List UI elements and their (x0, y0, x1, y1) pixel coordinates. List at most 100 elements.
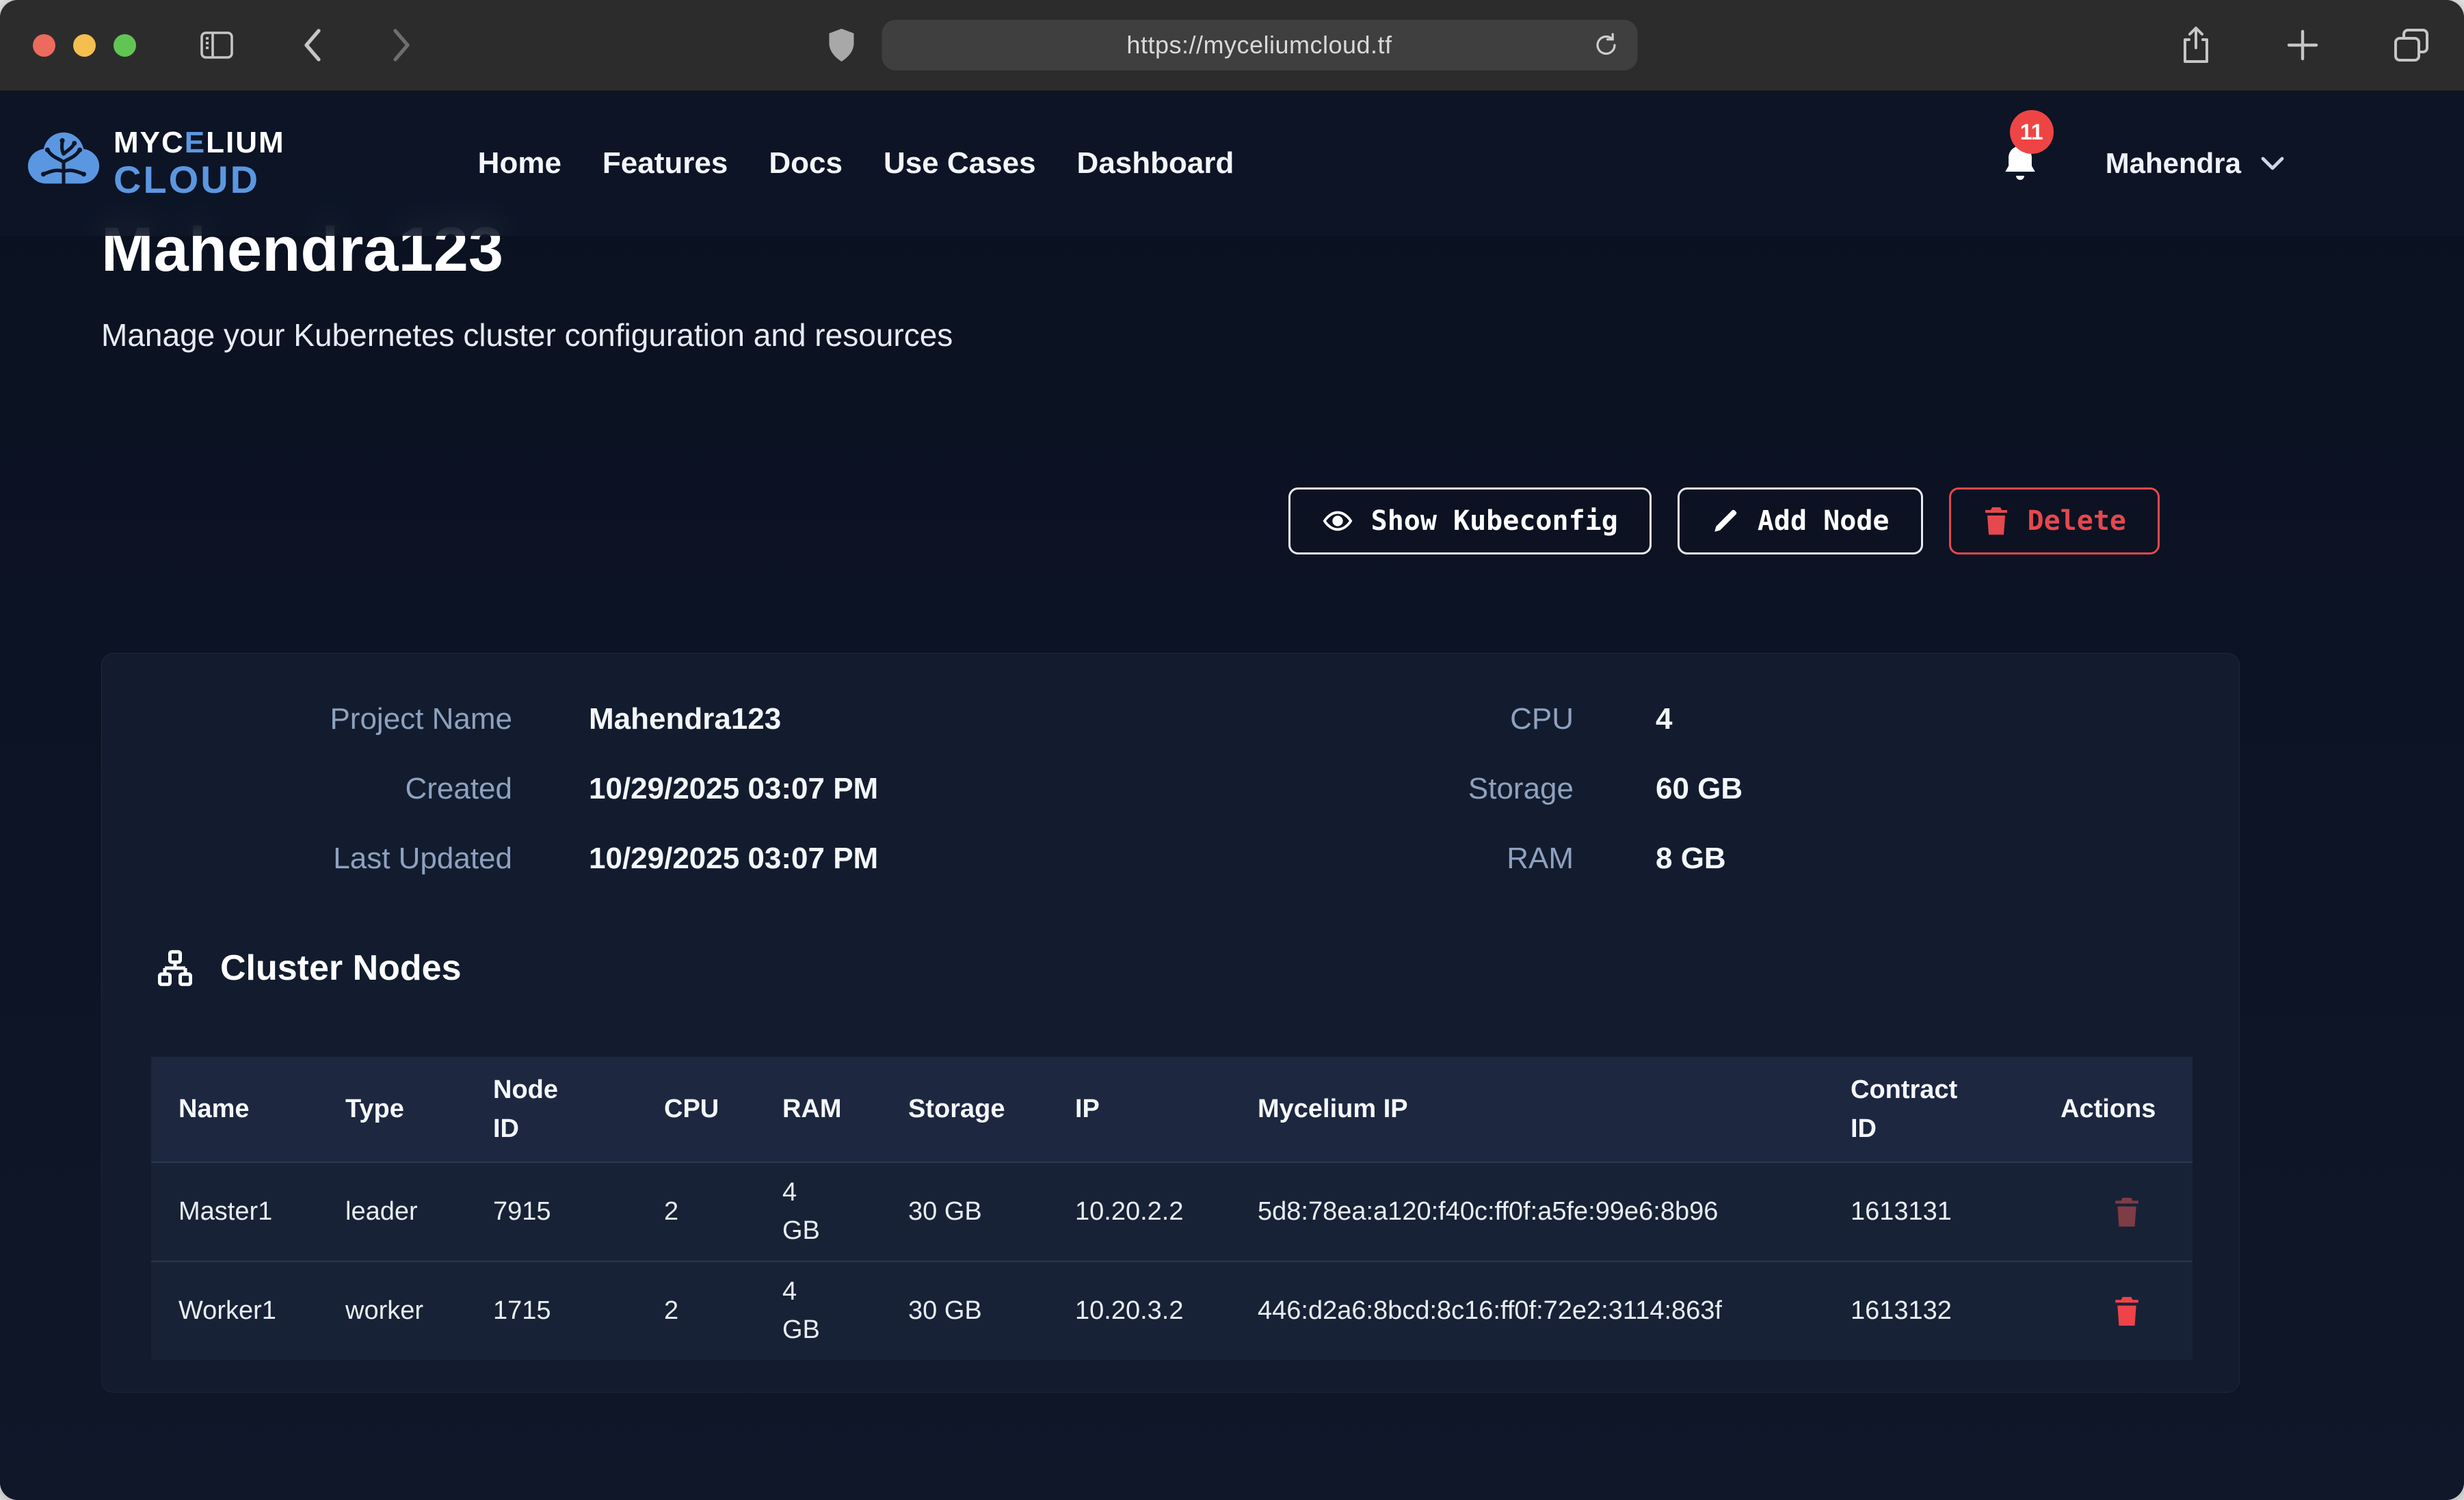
cell-ram: 4 GB (782, 1273, 826, 1348)
col-header-name: Name (178, 1090, 345, 1129)
close-window-button[interactable] (33, 34, 55, 57)
table-row: Master1 leader 7915 2 4 GB 30 GB 10.20.2… (151, 1162, 2193, 1261)
col-header-cpu: CPU (664, 1090, 782, 1129)
cell-mycelium-ip: 5d8:78ea:a120:f40c:ff0f:a5fe:99e6:8b96 (1258, 1193, 1718, 1231)
delete-node-button[interactable] (2112, 1294, 2141, 1328)
eye-icon (1322, 505, 1353, 537)
col-header-type: Type (345, 1090, 493, 1129)
cell-contract-id: 1613131 (1851, 1193, 2061, 1231)
info-value: 60 GB (1574, 764, 2239, 814)
cell-type: leader (345, 1193, 493, 1231)
info-value: 8 GB (1574, 834, 2239, 883)
col-header-actions: Actions (2061, 1090, 2193, 1129)
cell-ip: 10.20.3.2 (1075, 1292, 1258, 1330)
nav-docs[interactable]: Docs (769, 146, 843, 180)
show-kubeconfig-label: Show Kubeconfig (1371, 505, 1618, 537)
col-header-ram: RAM (782, 1090, 908, 1129)
info-value: 10/29/2025 03:07 PM (512, 834, 1204, 883)
col-header-contract-id: Contract ID (1851, 1071, 1970, 1149)
cell-node-id: 1715 (493, 1292, 664, 1330)
user-menu[interactable]: Mahendra (2106, 147, 2286, 180)
cell-ram: 4 GB (782, 1174, 826, 1249)
project-card: Project Name Mahendra123 CPU 4 Created 1… (101, 653, 2240, 1393)
add-node-button[interactable]: Add Node (1678, 487, 1923, 554)
delete-node-button[interactable] (2112, 1195, 2141, 1229)
col-header-storage: Storage (908, 1090, 1075, 1129)
col-header-ip: IP (1075, 1090, 1258, 1129)
cell-ip: 10.20.2.2 (1075, 1193, 1258, 1231)
site-header: MYCELIUM CLOUD Home Features Docs Use Ca… (0, 91, 2464, 236)
chevron-down-icon (2259, 155, 2286, 172)
url-bar[interactable]: https://myceliumcloud.tf (882, 20, 1637, 70)
trash-icon (2112, 1195, 2141, 1229)
cloud-logo-icon (23, 126, 104, 200)
cell-name: Master1 (178, 1193, 345, 1231)
nodes-table: Name Type Node ID CPU RAM Storage IP Myc… (151, 1057, 2193, 1360)
info-label: Created (102, 764, 512, 814)
cell-node-id: 7915 (493, 1193, 664, 1231)
user-name: Mahendra (2106, 147, 2241, 180)
url-text: https://myceliumcloud.tf (1126, 31, 1392, 59)
info-label: RAM (1204, 834, 1574, 883)
col-header-mycelium-ip: Mycelium IP (1258, 1090, 1851, 1129)
chrome-right-controls (2178, 25, 2431, 66)
info-label: Last Updated (102, 834, 512, 883)
page-subtitle: Manage your Kubernetes cluster configura… (101, 317, 953, 353)
notification-badge: 11 (2010, 110, 2054, 154)
cluster-tree-icon (155, 948, 196, 989)
reload-icon[interactable] (1592, 30, 1619, 60)
back-icon[interactable] (300, 27, 327, 64)
nodes-table-header: Name Type Node ID CPU RAM Storage IP Myc… (151, 1057, 2193, 1162)
cell-name: Worker1 (178, 1292, 345, 1330)
minimize-window-button[interactable] (73, 34, 96, 57)
info-value: Mahendra123 (512, 695, 1204, 744)
info-label: Project Name (102, 695, 512, 744)
col-header-node-id: Node ID (493, 1071, 575, 1149)
info-value: 10/29/2025 03:07 PM (512, 764, 1204, 814)
mycelium-cloud-logo[interactable]: MYCELIUM CLOUD (23, 126, 285, 200)
trash-icon (2112, 1294, 2141, 1328)
logo-wordmark-bottom: CLOUD (114, 161, 285, 199)
notifications-button[interactable]: 11 (2000, 142, 2040, 185)
info-label: CPU (1204, 695, 1574, 744)
tab-overview-icon[interactable] (2392, 26, 2431, 64)
add-node-label: Add Node (1758, 505, 1890, 537)
cell-cpu: 2 (664, 1193, 782, 1231)
cell-storage: 30 GB (908, 1292, 1075, 1330)
header-right: 11 Mahendra (2000, 142, 2286, 185)
nav-dashboard[interactable]: Dashboard (1077, 146, 1234, 180)
pencil-icon (1711, 507, 1740, 535)
forward-icon[interactable] (387, 27, 414, 64)
nav-features[interactable]: Features (602, 146, 728, 180)
nav-home[interactable]: Home (478, 146, 561, 180)
nav-use-cases[interactable]: Use Cases (884, 146, 1036, 180)
logo-wordmark: MYCELIUM CLOUD (114, 128, 285, 199)
new-tab-icon[interactable] (2285, 27, 2320, 63)
cluster-nodes-title: Cluster Nodes (220, 948, 462, 989)
cell-contract-id: 1613132 (1851, 1292, 2061, 1330)
project-info-grid: Project Name Mahendra123 CPU 4 Created 1… (102, 654, 2239, 883)
show-kubeconfig-button[interactable]: Show Kubeconfig (1288, 487, 1652, 554)
sidebar-toggle-icon[interactable] (199, 29, 235, 62)
browser-window: https://myceliumcloud.tf (0, 0, 2464, 1500)
info-label: Storage (1204, 764, 1574, 814)
cell-storage: 30 GB (908, 1193, 1075, 1231)
main-nav: Home Features Docs Use Cases Dashboard (478, 146, 1234, 180)
cell-mycelium-ip: 446:d2a6:8bcd:8c16:ff0f:72e2:3114:863f (1258, 1292, 1722, 1330)
privacy-shield-icon[interactable] (827, 27, 856, 63)
cell-type: worker (345, 1292, 493, 1330)
delete-cluster-button[interactable]: Delete (1949, 487, 2160, 554)
cluster-nodes-heading: Cluster Nodes (155, 948, 462, 989)
page-viewport: Mahendra123 Manage your Kubernetes clust… (0, 91, 2464, 1500)
screenshot-root: https://myceliumcloud.tf (0, 0, 2464, 1500)
traffic-lights (33, 34, 136, 57)
browser-chrome: https://myceliumcloud.tf (0, 0, 2464, 91)
table-row: Worker1 worker 1715 2 4 GB 30 GB 10.20.3… (151, 1261, 2193, 1360)
share-icon[interactable] (2178, 25, 2214, 66)
zoom-window-button[interactable] (114, 34, 136, 57)
trash-icon (1983, 506, 2010, 536)
address-area: https://myceliumcloud.tf (827, 20, 1637, 70)
cell-cpu: 2 (664, 1292, 782, 1330)
info-value: 4 (1574, 695, 2239, 744)
cluster-actions-toolbar: Show Kubeconfig Add Node (101, 487, 2160, 554)
